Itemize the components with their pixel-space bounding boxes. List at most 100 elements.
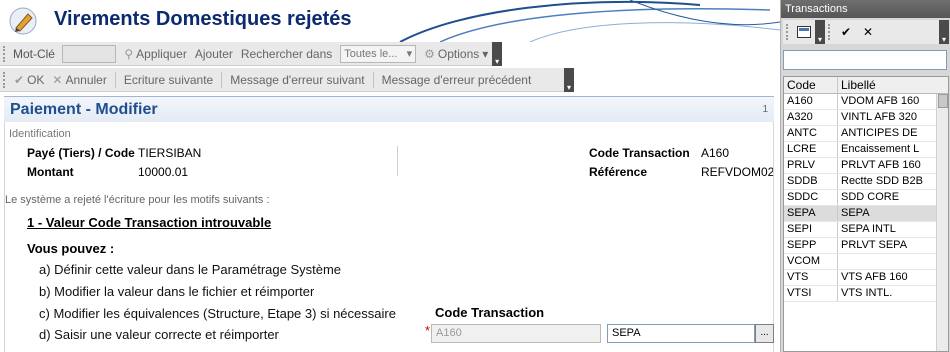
- close-icon[interactable]: ✕: [857, 23, 879, 41]
- table-row[interactable]: SDDC SDD CORE: [784, 190, 948, 206]
- prev-error-button[interactable]: Message d'erreur précédent: [378, 73, 536, 87]
- action-toolbar: ✔ OK ✕ Annuler Ecriture suivante Message d…: [0, 67, 574, 92]
- panel-title: Transactions: [781, 0, 950, 18]
- txcode-label: Code Transaction: [589, 146, 690, 160]
- table-row[interactable]: SDDB Rectte SDD B2B: [784, 174, 948, 190]
- cell-label: Encaissement L: [841, 143, 920, 155]
- toolbar-overflow-button[interactable]: ▾: [564, 67, 574, 92]
- search-toolbar: Mot-Clé ⚲ Appliquer Ajouter Rechercher da…: [0, 41, 502, 66]
- table-row[interactable]: VTSI VTS INTL.: [784, 286, 948, 302]
- cell-label: SDD CORE: [841, 191, 900, 203]
- column-header-code[interactable]: Code: [784, 77, 838, 93]
- payee-value: TIERSIBAN: [138, 146, 202, 160]
- cell-label: PRLVT AFB 160: [841, 159, 921, 171]
- add-button[interactable]: Ajouter: [191, 47, 237, 61]
- edit-pencil-icon: [9, 7, 37, 35]
- table-row[interactable]: VCOM: [784, 254, 948, 270]
- cell-label: VDOM AFB 160: [841, 95, 920, 107]
- reject-reason: 1 - Valeur Code Transaction introuvable: [27, 215, 272, 230]
- cell-code: SDDC: [784, 190, 838, 205]
- check-icon[interactable]: ✔: [835, 23, 857, 41]
- transactions-panel: Transactions ▾ ✔ ✕ ▾ Code Libellé A160 VD…: [780, 0, 950, 352]
- option-c: c) Modifier les équivalences (Structure,…: [39, 306, 396, 321]
- cell-label: PRLVT SEPA: [841, 239, 908, 251]
- panel-toolbar: ▾ ✔ ✕ ▾: [783, 20, 949, 44]
- table-row[interactable]: ANTC ANTICIPES DE: [784, 126, 948, 142]
- view-toggle-icon[interactable]: [793, 23, 815, 41]
- table-row[interactable]: SEPP PRLVT SEPA: [784, 238, 948, 254]
- table-rows: A160 VDOM AFB 160 A320 VINTL AFB 320 ANTC ANT…: [784, 94, 948, 302]
- page-title: Virements Domestiques rejetés: [54, 8, 352, 30]
- cell-code: A160: [784, 94, 838, 109]
- next-entry-button[interactable]: Ecriture suivante: [120, 73, 217, 87]
- apply-button[interactable]: ⚲ Appliquer: [120, 47, 191, 61]
- cell-label: SEPA INTL: [841, 223, 896, 235]
- ok-button[interactable]: ✔ OK: [10, 73, 48, 87]
- reference-label: Référence: [589, 165, 648, 179]
- new-code-input[interactable]: SEPA: [607, 324, 755, 343]
- next-error-button[interactable]: Message d'erreur suivant: [226, 73, 368, 87]
- toolbar-grip[interactable]: [3, 45, 6, 62]
- section-label: Identification: [9, 128, 71, 140]
- table-row[interactable]: VTS VTS AFB 160: [784, 270, 948, 286]
- transactions-table: Code Libellé A160 VDOM AFB 160 A320 VINTL A…: [783, 76, 949, 352]
- panel-overflow-button[interactable]: ▾: [815, 20, 825, 44]
- table-row[interactable]: LCRE Encaissement L: [784, 142, 948, 158]
- cell-code: VTS: [784, 270, 838, 285]
- chevron-down-icon: ▾: [482, 46, 489, 61]
- payee-label: Payé (Tiers) / Code: [27, 146, 135, 160]
- you-can-heading: Vous pouvez :: [27, 241, 115, 256]
- form-header: Paiement - Modifier 1: [4, 96, 774, 122]
- toolbar-separator: [221, 71, 223, 88]
- panel-overflow-button[interactable]: ▾: [939, 20, 949, 44]
- option-b: b) Modifier la valeur dans le fichier et…: [39, 284, 315, 299]
- amount-value: 10000.01: [138, 165, 189, 179]
- page-number: 1: [762, 104, 768, 115]
- toolbar-grip[interactable]: [828, 24, 831, 40]
- cell-label: SEPA: [841, 207, 870, 219]
- column-header-label[interactable]: Libellé: [838, 77, 936, 93]
- option-d: d) Saisir une valeur correcte et réimpor…: [39, 327, 279, 342]
- binoculars-icon: ⚲: [124, 46, 134, 61]
- cell-label: VTS INTL.: [841, 287, 893, 299]
- lookup-button[interactable]: ...: [755, 324, 774, 343]
- panel-search-input[interactable]: [783, 50, 947, 70]
- table-row[interactable]: A160 VDOM AFB 160: [784, 94, 948, 110]
- keyword-label: Mot-Clé: [12, 46, 55, 61]
- gear-icon: ⚙: [424, 46, 435, 61]
- reject-message: Le système a rejeté l'écriture pour les …: [5, 194, 270, 206]
- cell-label: [838, 254, 936, 269]
- table-row[interactable]: PRLV PRLVT AFB 160: [784, 158, 948, 174]
- cell-code: SEPI: [784, 222, 838, 237]
- cell-code: ANTC: [784, 126, 838, 141]
- amount-label: Montant: [27, 165, 74, 179]
- cell-code: SEPA: [784, 206, 838, 221]
- option-a: a) Définir cette valeur dans le Paramétr…: [39, 262, 342, 277]
- cell-code: LCRE: [784, 142, 838, 157]
- cell-label: VTS AFB 160: [841, 271, 908, 283]
- cancel-button[interactable]: ✕ Annuler: [48, 73, 110, 87]
- table-row[interactable]: SEPI SEPA INTL: [784, 222, 948, 238]
- reference-value: REFVDOM02: [701, 165, 773, 179]
- toolbar-overflow-button[interactable]: ▾: [492, 41, 502, 66]
- cell-label: VINTL AFB 320: [841, 111, 918, 123]
- chevron-down-icon: ▾: [406, 48, 413, 60]
- toolbar-separator: [114, 71, 116, 88]
- cell-label: ANTICIPES DE: [841, 127, 918, 139]
- main-window: Virements Domestiques rejetés Mot-Clé ⚲ A…: [0, 0, 780, 352]
- cell-code: SDDB: [784, 174, 838, 189]
- toolbar-grip[interactable]: [786, 24, 789, 40]
- table-row[interactable]: A320 VINTL AFB 320: [784, 110, 948, 126]
- check-icon: ✔: [14, 72, 25, 87]
- close-icon: ✕: [52, 72, 63, 87]
- required-marker: *: [425, 323, 431, 338]
- toolbar-grip[interactable]: [3, 71, 6, 88]
- vertical-scrollbar[interactable]: [936, 94, 948, 351]
- cell-code: VCOM: [784, 254, 838, 269]
- form-title: Paiement - Modifier: [10, 101, 158, 118]
- table-row[interactable]: SEPA SEPA: [784, 206, 948, 222]
- scrollbar-thumb[interactable]: [938, 94, 948, 108]
- search-in-select[interactable]: Toutes le... ▾: [340, 44, 417, 63]
- options-button[interactable]: ⚙ Options ▾: [420, 47, 492, 61]
- keyword-input[interactable]: [61, 44, 117, 63]
